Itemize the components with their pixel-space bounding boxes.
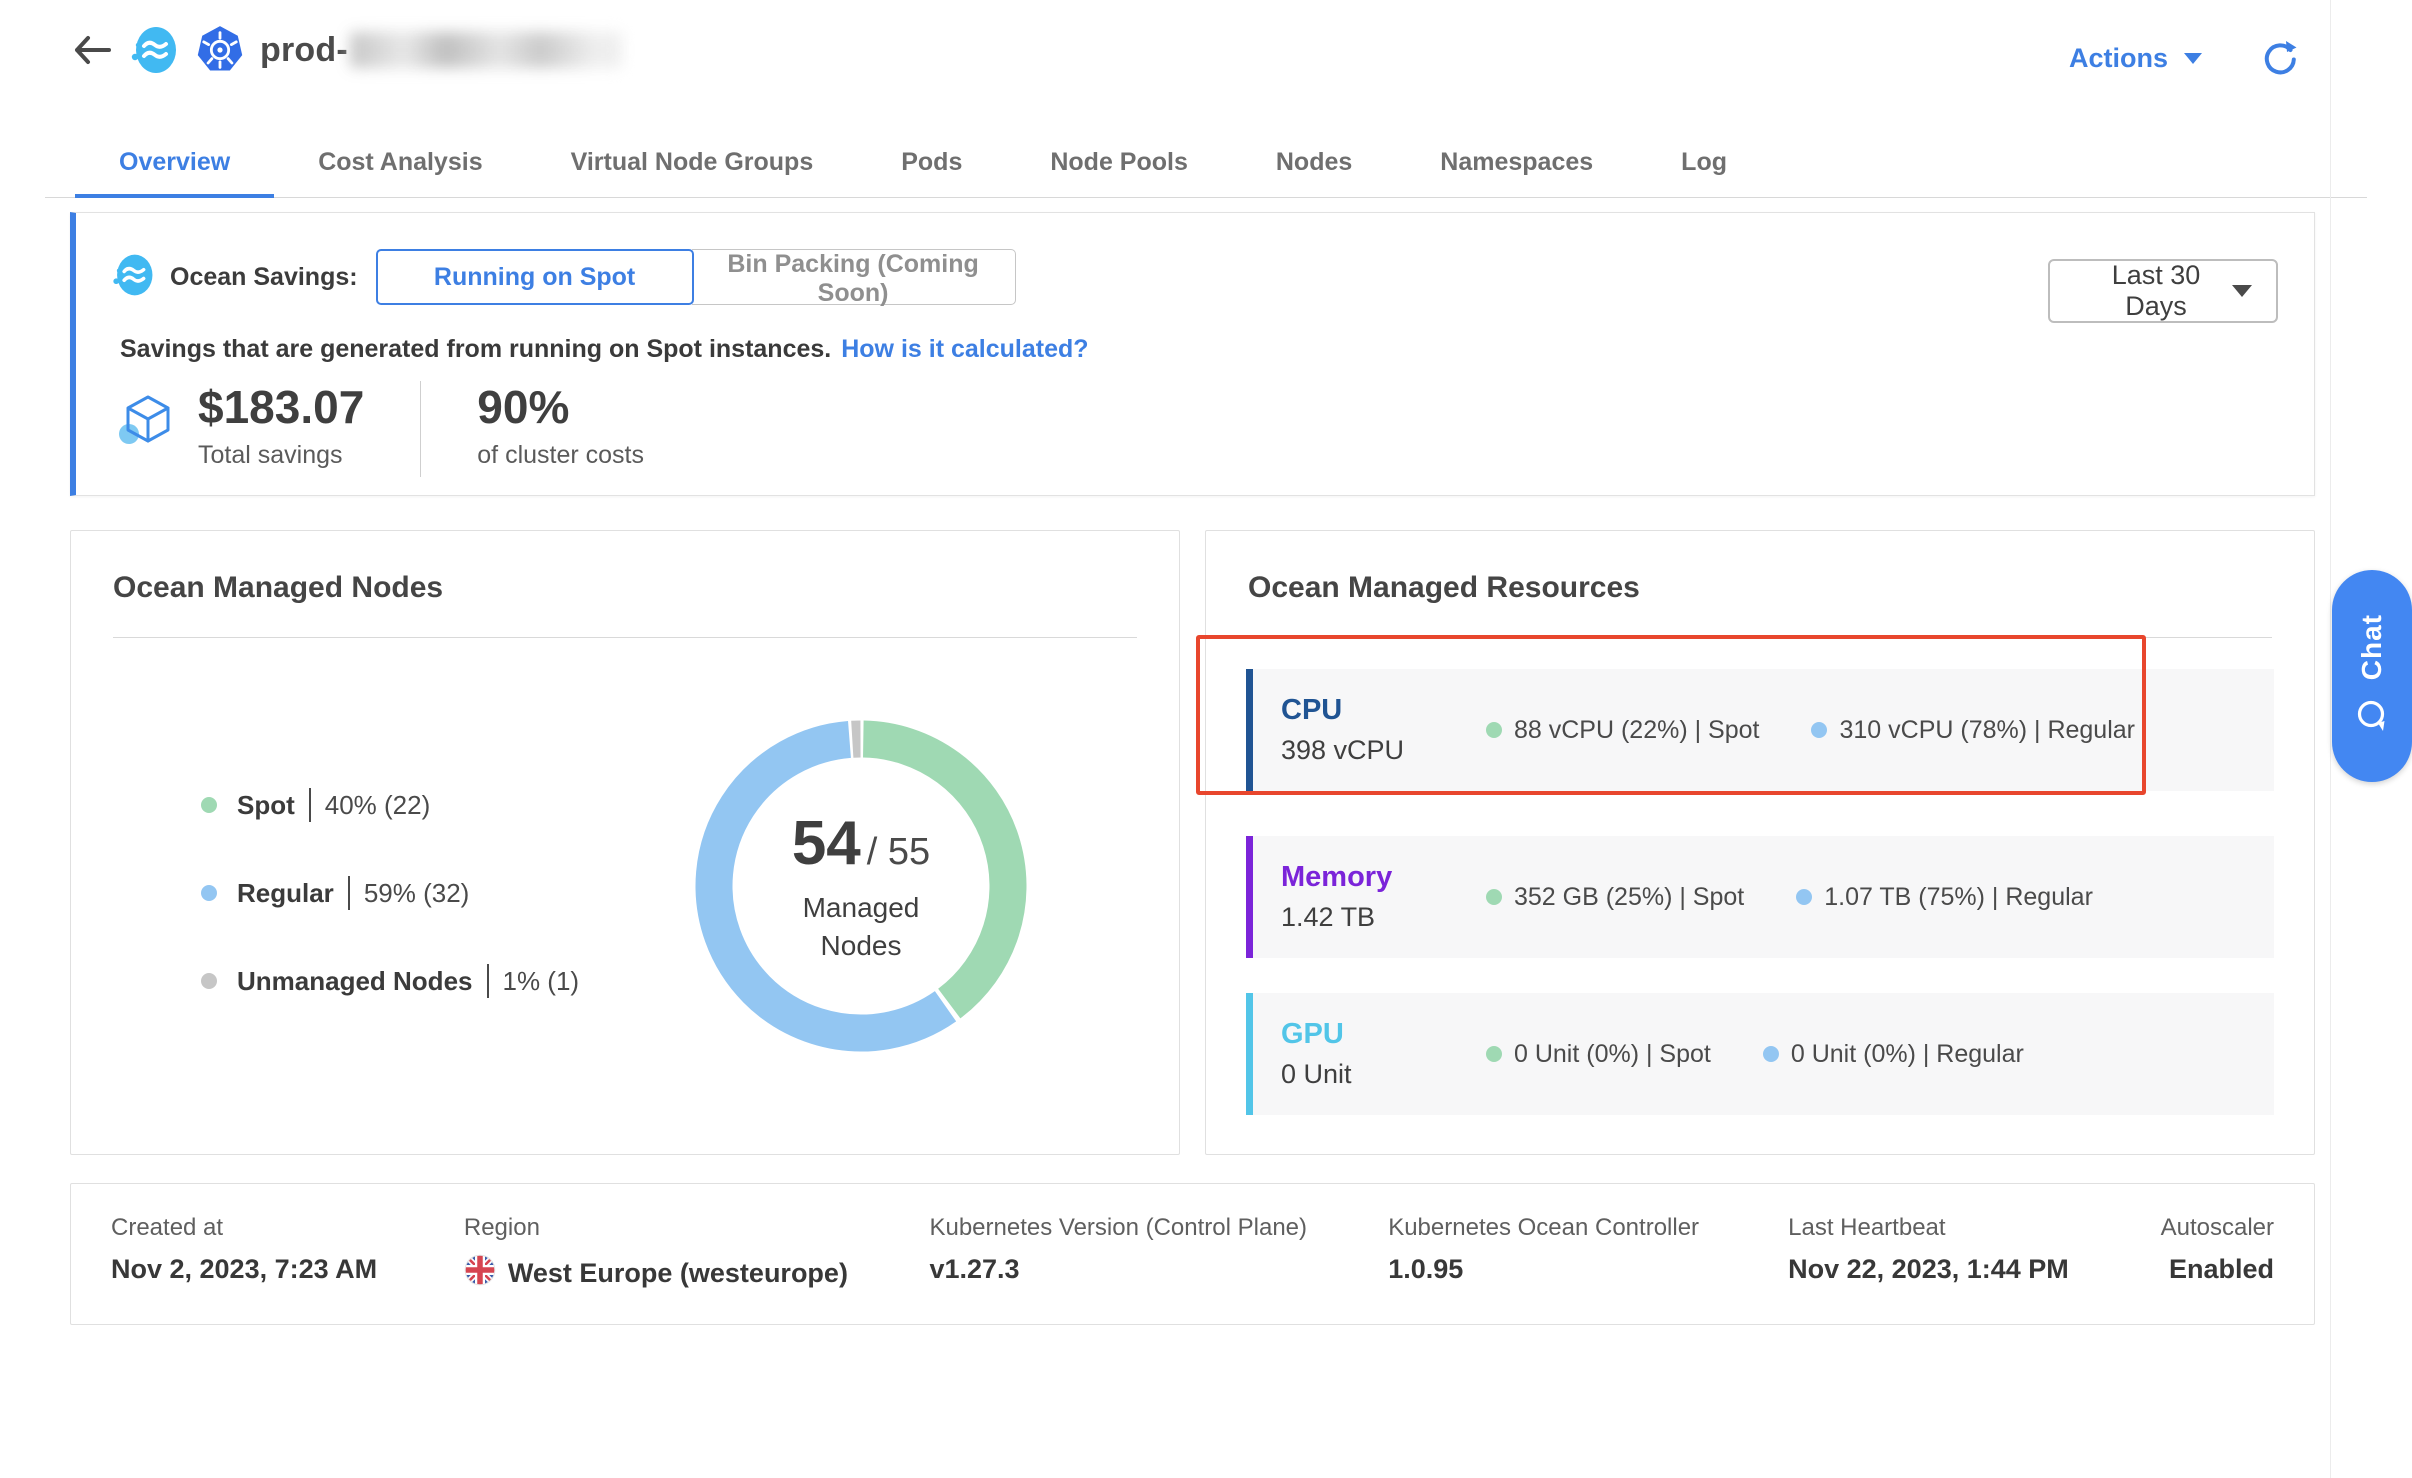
period-dropdown-value: Last 30 Days bbox=[2080, 260, 2232, 322]
actions-button[interactable]: Actions bbox=[2069, 43, 2202, 74]
uk-flag-icon bbox=[464, 1254, 496, 1293]
divider bbox=[420, 381, 421, 477]
managed-nodes-center-label: Managed Nodes bbox=[771, 889, 951, 965]
kubernetes-logo-icon bbox=[194, 24, 246, 76]
regular-dot-icon bbox=[1796, 889, 1812, 905]
savings-description: Savings that are generated from running … bbox=[120, 335, 1089, 364]
legend-item-regular: Regular 59% (32) bbox=[201, 871, 579, 915]
chat-button[interactable]: Chat bbox=[2332, 570, 2412, 782]
back-button[interactable] bbox=[70, 28, 114, 72]
created-at-column: Created at Nov 2, 2023, 7:23 AM bbox=[111, 1214, 464, 1324]
ocean-controller-column: Kubernetes Ocean Controller 1.0.95 bbox=[1388, 1214, 1788, 1324]
cluster-cost-label: of cluster costs bbox=[477, 441, 644, 470]
ocean-logo-icon bbox=[128, 24, 180, 76]
spot-dot-icon bbox=[201, 797, 217, 813]
cluster-title: prod- bbox=[260, 31, 348, 70]
divider bbox=[487, 964, 489, 998]
unmanaged-dot-icon bbox=[201, 973, 217, 989]
savings-mode-toggle: Running on Spot Bin Packing (Coming Soon… bbox=[376, 249, 1016, 305]
cpu-spot-stat: 88 vCPU (22%) | Spot bbox=[1486, 716, 1759, 745]
panel-edge-divider bbox=[2330, 0, 2331, 1478]
managed-resources-title: Ocean Managed Resources bbox=[1248, 571, 1640, 605]
ocean-cluster-overview-page: prod- Actions Overview Cost Analysis Vir… bbox=[0, 0, 2412, 1478]
gpu-regular-stat: 0 Unit (0%) | Regular bbox=[1763, 1040, 2024, 1069]
tab-cost-analysis[interactable]: Cost Analysis bbox=[274, 128, 526, 197]
refresh-icon bbox=[2260, 38, 2300, 78]
chat-bubble-icon bbox=[2354, 697, 2390, 738]
tab-bar: Overview Cost Analysis Virtual Node Grou… bbox=[45, 128, 2367, 198]
managed-nodes-donut-chart: 54 / 55 Managed Nodes bbox=[661, 686, 1061, 1086]
memory-resource-row: Memory 1.42 TB 352 GB (25%) | Spot 1.07 … bbox=[1246, 836, 2274, 958]
memory-spot-stat: 352 GB (25%) | Spot bbox=[1486, 883, 1744, 912]
back-arrow-icon bbox=[73, 35, 111, 65]
ocean-savings-label: Ocean Savings: bbox=[170, 263, 358, 292]
how-calculated-link[interactable]: How is it calculated? bbox=[841, 335, 1088, 363]
managed-nodes-title: Ocean Managed Nodes bbox=[113, 571, 443, 605]
tab-nodes[interactable]: Nodes bbox=[1232, 128, 1396, 197]
savings-cube-icon bbox=[116, 389, 180, 458]
header: prod- bbox=[70, 20, 622, 80]
last-heartbeat-column: Last Heartbeat Nov 22, 2023, 1:44 PM bbox=[1788, 1214, 2160, 1324]
ocean-savings-banner: Ocean Savings: Running on Spot Bin Packi… bbox=[70, 212, 2315, 496]
cluster-cost-percent: 90% bbox=[477, 381, 644, 433]
cpu-resource-row: CPU 398 vCPU 88 vCPU (22%) | Spot 310 vC… bbox=[1246, 669, 2274, 791]
donut-center-text: 54 / 55 Managed Nodes bbox=[661, 686, 1061, 1086]
managed-nodes-card: Ocean Managed Nodes Spot 40% (22) Regula… bbox=[70, 530, 1180, 1155]
divider bbox=[348, 876, 350, 910]
gpu-spot-stat: 0 Unit (0%) | Spot bbox=[1486, 1040, 1711, 1069]
running-on-spot-toggle[interactable]: Running on Spot bbox=[376, 249, 694, 305]
spot-dot-icon bbox=[1486, 1046, 1502, 1062]
divider bbox=[309, 788, 311, 822]
managed-resources-card: Ocean Managed Resources CPU 398 vCPU 88 … bbox=[1205, 530, 2315, 1155]
legend-item-unmanaged: Unmanaged Nodes 1% (1) bbox=[201, 959, 579, 1003]
managed-count: 54 bbox=[792, 808, 861, 879]
regular-dot-icon bbox=[201, 885, 217, 901]
ocean-waves-icon bbox=[110, 252, 156, 303]
tab-log[interactable]: Log bbox=[1637, 128, 1771, 197]
tab-namespaces[interactable]: Namespaces bbox=[1396, 128, 1637, 197]
cpu-regular-stat: 310 vCPU (78%) | Regular bbox=[1811, 716, 2135, 745]
tab-node-pools[interactable]: Node Pools bbox=[1006, 128, 1232, 197]
total-count: / 55 bbox=[867, 831, 930, 874]
regular-dot-icon bbox=[1811, 722, 1827, 738]
region-column: Region West Europe bbox=[464, 1214, 930, 1324]
regular-dot-icon bbox=[1763, 1046, 1779, 1062]
gpu-resource-row: GPU 0 Unit 0 Unit (0%) | Spot 0 Unit (0%… bbox=[1246, 993, 2274, 1115]
savings-numbers: $183.07 Total savings 90% of cluster cos… bbox=[116, 381, 644, 477]
chevron-down-icon bbox=[2184, 53, 2202, 64]
tab-pods[interactable]: Pods bbox=[857, 128, 1006, 197]
memory-regular-stat: 1.07 TB (75%) | Regular bbox=[1796, 883, 2093, 912]
legend-item-spot: Spot 40% (22) bbox=[201, 783, 579, 827]
chevron-down-icon bbox=[2232, 285, 2252, 297]
tab-virtual-node-groups[interactable]: Virtual Node Groups bbox=[527, 128, 858, 197]
k8s-version-column: Kubernetes Version (Control Plane) v1.27… bbox=[929, 1214, 1388, 1324]
cluster-title-redacted bbox=[350, 32, 622, 68]
chat-label: Chat bbox=[2356, 614, 2388, 680]
cluster-info-bar: Created at Nov 2, 2023, 7:23 AM Region bbox=[70, 1183, 2315, 1325]
spot-dot-icon bbox=[1486, 889, 1502, 905]
spot-dot-icon bbox=[1486, 722, 1502, 738]
divider bbox=[1248, 637, 2272, 638]
refresh-button[interactable] bbox=[2260, 38, 2300, 78]
divider bbox=[113, 637, 1137, 638]
actions-label: Actions bbox=[2069, 43, 2168, 74]
period-dropdown[interactable]: Last 30 Days bbox=[2048, 259, 2278, 323]
header-actions: Actions bbox=[2069, 38, 2300, 78]
autoscaler-column: Autoscaler Enabled bbox=[2161, 1214, 2274, 1324]
total-savings-label: Total savings bbox=[198, 441, 364, 470]
nodes-legend: Spot 40% (22) Regular 59% (32) Unmanaged… bbox=[201, 783, 579, 1047]
bin-packing-toggle[interactable]: Bin Packing (Coming Soon) bbox=[692, 249, 1016, 305]
tab-overview[interactable]: Overview bbox=[75, 128, 274, 197]
total-savings-value: $183.07 bbox=[198, 381, 364, 433]
